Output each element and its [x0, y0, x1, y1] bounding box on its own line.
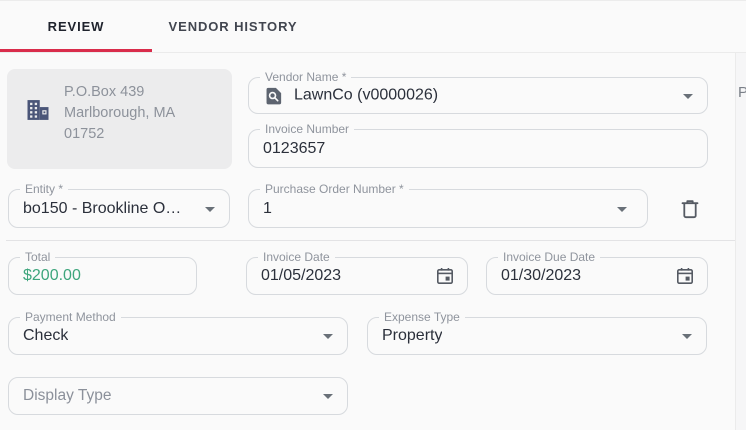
- expense-type-field[interactable]: Expense Type Property: [367, 310, 707, 355]
- vendor-name-label: Vendor Name *: [260, 70, 352, 84]
- dropdown-caret-icon: [205, 206, 215, 212]
- vendor-address: P.O.Box 439 Marlborough, MA 01752: [64, 82, 175, 145]
- entity-field[interactable]: Entity * bo150 - Brookline O…: [8, 182, 230, 228]
- vendor-name-field[interactable]: Vendor Name * LawnCo (v0000026): [248, 70, 708, 114]
- payment-method-field[interactable]: Payment Method Check: [8, 310, 348, 355]
- purchase-order-number-value: 1: [263, 199, 272, 217]
- invoice-number-label: Invoice Number: [260, 122, 355, 136]
- clipped-side-text: P: [738, 84, 746, 101]
- delete-purchase-order-button[interactable]: [676, 195, 704, 223]
- address-line-1: P.O.Box 439: [64, 84, 145, 100]
- vendor-search-icon: [263, 85, 284, 106]
- vendor-name-value: LawnCo (v0000026): [294, 86, 439, 104]
- invoice-date-label: Invoice Date: [258, 250, 335, 264]
- purchase-order-number-label: Purchase Order Number *: [260, 182, 409, 196]
- entity-label: Entity *: [20, 182, 69, 196]
- building-icon: [24, 96, 52, 124]
- dropdown-caret-icon: [323, 394, 333, 399]
- invoice-date-field[interactable]: Invoice Date 01/05/2023: [246, 250, 468, 295]
- invoice-date-value: 01/05/2023: [261, 267, 342, 284]
- dropdown-caret-icon: [323, 334, 333, 339]
- payment-method-label: Payment Method: [20, 310, 121, 324]
- payment-method-value: Check: [23, 327, 69, 344]
- total-label: Total: [20, 250, 56, 264]
- right-panel-edge: [735, 53, 746, 430]
- invoice-review-panel: REVIEW VENDOR HISTORY P.O.Box 439 Marlbo…: [0, 0, 746, 430]
- invoice-due-date-value: 01/30/2023: [501, 267, 582, 284]
- address-line-2: Marlborough, MA: [64, 105, 176, 121]
- dropdown-caret-icon: [617, 206, 627, 212]
- invoice-number-value: 0123657: [263, 139, 326, 157]
- total-field[interactable]: Total $200.00: [8, 250, 197, 295]
- calendar-icon[interactable]: [675, 266, 695, 286]
- tab-bar: REVIEW VENDOR HISTORY: [0, 1, 746, 53]
- dropdown-caret-icon: [682, 334, 692, 339]
- dropdown-caret-icon: [683, 93, 693, 99]
- trash-icon: [678, 197, 702, 221]
- expense-type-value: Property: [382, 327, 443, 344]
- calendar-icon[interactable]: [435, 266, 455, 286]
- display-type-field[interactable]: Display Type: [8, 377, 348, 415]
- expense-type-label: Expense Type: [379, 310, 465, 324]
- display-type-placeholder: Display Type: [23, 387, 112, 404]
- address-line-3: 01752: [64, 126, 105, 142]
- active-tab-indicator: [0, 49, 152, 52]
- invoice-due-date-label: Invoice Due Date: [498, 250, 601, 264]
- vendor-address-card: P.O.Box 439 Marlborough, MA 01752: [7, 69, 232, 169]
- invoice-due-date-field[interactable]: Invoice Due Date 01/30/2023: [486, 250, 708, 295]
- invoice-number-field[interactable]: Invoice Number 0123657: [248, 122, 708, 168]
- tab-review[interactable]: REVIEW: [0, 1, 152, 52]
- purchase-order-number-field[interactable]: Purchase Order Number * 1: [248, 182, 648, 228]
- entity-value: bo150 - Brookline O…: [23, 199, 182, 217]
- tab-vendor-history[interactable]: VENDOR HISTORY: [152, 1, 314, 52]
- total-value: $200.00: [23, 267, 81, 284]
- section-divider: [6, 240, 740, 241]
